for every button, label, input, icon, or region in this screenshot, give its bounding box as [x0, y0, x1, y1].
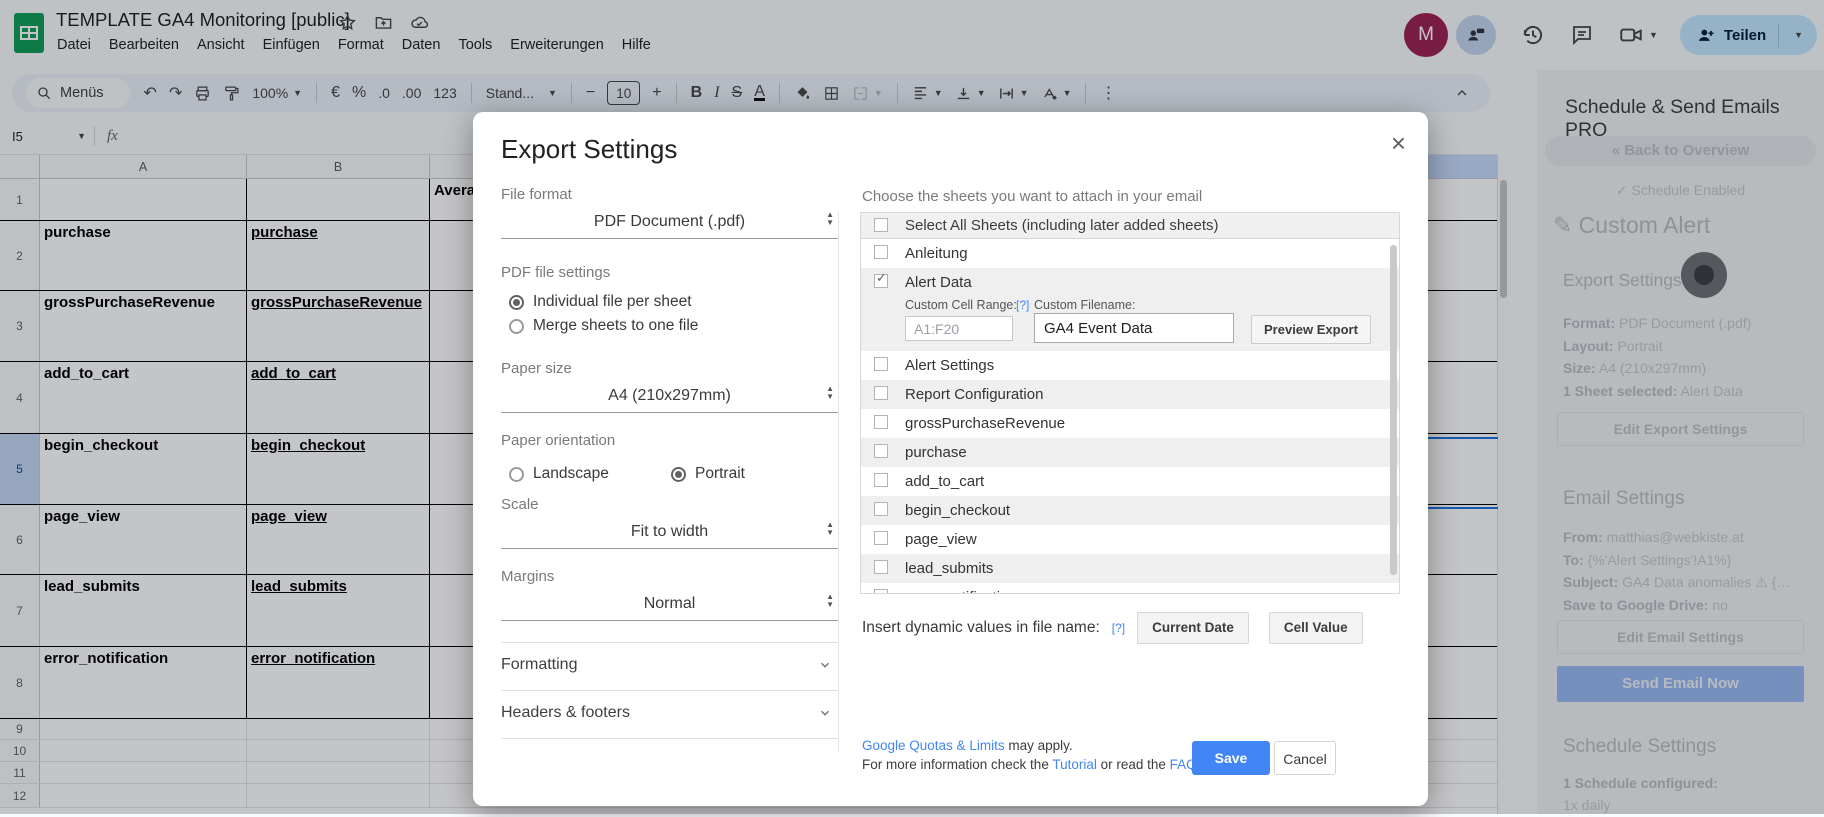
checkbox[interactable] — [874, 415, 888, 429]
checkbox[interactable] — [874, 218, 888, 232]
paper-size-select[interactable]: A4 (210x297mm) ▲ ▼ — [501, 380, 838, 413]
sheet-name: begin_checkout — [905, 502, 1011, 519]
sheet-row[interactable]: lead_submits — [861, 554, 1399, 583]
checkbox[interactable] — [874, 473, 888, 487]
sheet-row[interactable]: page_view — [861, 525, 1399, 554]
checkbox[interactable] — [874, 271, 888, 288]
preview-export-button[interactable]: Preview Export — [1251, 315, 1371, 344]
paper-size-label: Paper size — [501, 360, 572, 377]
radio-on-icon — [671, 466, 686, 482]
dialog-title: Export Settings — [501, 134, 678, 164]
checkbox[interactable] — [874, 245, 888, 259]
dynamic-values-row: Insert dynamic values in file name: [?] … — [862, 612, 1363, 644]
portrait-radio[interactable]: Portrait — [671, 464, 745, 484]
custom-filename-input[interactable]: GA4 Event Data — [1034, 313, 1234, 343]
sheet-row[interactable]: Report Configuration — [861, 380, 1399, 409]
list-scrollbar-thumb[interactable] — [1390, 245, 1397, 575]
sheets-heading: Choose the sheets you want to attach in … — [862, 188, 1203, 205]
file-format-select[interactable]: PDF Document (.pdf) ▲ ▼ — [501, 206, 838, 239]
sheet-row[interactable]: add_to_cart — [861, 467, 1399, 496]
pdf-file-settings-label: PDF file settings — [501, 264, 611, 281]
sheet-name: purchase — [905, 444, 967, 461]
select-arrows-icon: ▲ ▼ — [826, 210, 834, 227]
quotas-link[interactable]: Google Quotas & Limits — [862, 738, 1005, 753]
cancel-button[interactable]: Cancel — [1274, 741, 1336, 775]
margins-select[interactable]: Normal ▲ ▼ — [501, 588, 838, 621]
radio-on-icon — [509, 294, 524, 310]
custom-cell-range-input[interactable]: A1:F20 — [905, 316, 1013, 341]
sheet-row[interactable]: error_notification — [861, 583, 1399, 593]
checkbox[interactable] — [874, 357, 888, 371]
sheet-list: Select All Sheets (including later added… — [860, 212, 1400, 594]
panel-divider — [838, 212, 839, 752]
formatting-section-toggle[interactable]: Formatting — [501, 656, 838, 674]
sheet-export-options: Custom Cell Range: [?] Custom Filename: A1:… — [861, 297, 1399, 351]
sheet-row[interactable]: Alert Data — [861, 268, 1399, 297]
individual-file-radio[interactable]: Individual file per sheet — [509, 292, 692, 312]
sheet-name: Alert Settings — [905, 357, 995, 374]
sheet-row[interactable]: purchase — [861, 438, 1399, 467]
sheet-row[interactable]: Anleitung — [861, 239, 1399, 268]
landscape-radio[interactable]: Landscape — [509, 464, 609, 484]
scale-label: Scale — [501, 496, 539, 513]
sheet-name: Anleitung — [905, 245, 968, 262]
radio-off-icon — [509, 466, 524, 482]
scale-select[interactable]: Fit to width ▲ ▼ — [501, 516, 838, 549]
select-all-sheets-row[interactable]: Select All Sheets (including later added… — [861, 213, 1399, 239]
checkbox[interactable] — [874, 444, 888, 458]
help-link[interactable]: [?] — [1112, 621, 1125, 635]
footer-links: Google Quotas & Limits may apply. For mo… — [862, 738, 1207, 772]
margins-label: Margins — [501, 568, 555, 585]
save-button[interactable]: Save — [1192, 741, 1270, 775]
checkbox[interactable] — [874, 589, 888, 593]
help-link[interactable]: [?] — [1016, 298, 1029, 312]
dynamic-values-label: Insert dynamic values in file name: — [862, 619, 1100, 636]
paper-orientation-label: Paper orientation — [501, 432, 616, 449]
sheet-row[interactable]: Alert Settings — [861, 351, 1399, 380]
chevron-down-icon — [818, 658, 832, 672]
sheet-name: Alert Data — [905, 274, 972, 291]
sheet-row[interactable]: begin_checkout — [861, 496, 1399, 525]
checkbox[interactable] — [874, 386, 888, 400]
sheet-name: add_to_cart — [905, 473, 985, 490]
current-date-button[interactable]: Current Date — [1137, 612, 1249, 644]
sheet-name: lead_submits — [905, 560, 994, 577]
chevron-down-icon — [818, 706, 832, 720]
checkbox[interactable] — [874, 531, 888, 545]
cell-value-button[interactable]: Cell Value — [1268, 612, 1363, 644]
sheet-row[interactable]: grossPurchaseRevenue — [861, 409, 1399, 438]
close-icon[interactable]: × — [1391, 128, 1406, 159]
tutorial-link[interactable]: Tutorial — [1052, 757, 1097, 772]
sheet-name: Report Configuration — [905, 386, 1044, 403]
headers-footers-section-toggle[interactable]: Headers & footers — [501, 704, 838, 722]
sheet-name: error_notification — [905, 589, 1017, 593]
checkbox[interactable] — [874, 502, 888, 516]
merge-sheets-radio[interactable]: Merge sheets to one file — [509, 316, 698, 336]
sheet-name: grossPurchaseRevenue — [905, 415, 1066, 432]
checkbox[interactable] — [874, 560, 888, 574]
file-format-label: File format — [501, 186, 572, 203]
radio-off-icon — [509, 318, 524, 334]
sheet-name: page_view — [905, 531, 977, 548]
export-settings-dialog: Export Settings × File format PDF Docume… — [473, 112, 1428, 806]
